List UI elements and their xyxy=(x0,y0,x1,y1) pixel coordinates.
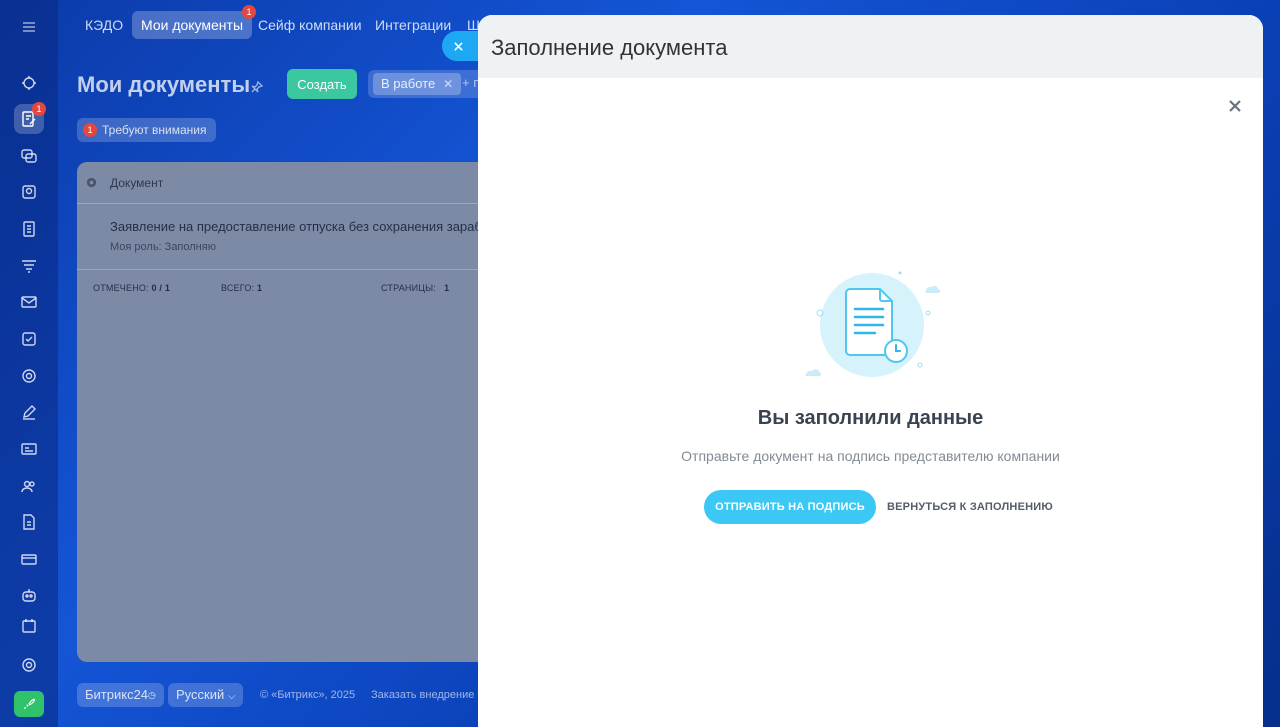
total-value: 1 xyxy=(256,283,263,293)
back-to-filling-button[interactable]: ВЕРНУТЬСЯ К ЗАПОЛНЕНИЮ xyxy=(881,490,1059,524)
chat-icon[interactable] xyxy=(14,141,44,171)
marked-label: ОТМЕЧЕНО: xyxy=(93,283,149,293)
grid-header: Документ xyxy=(77,162,507,204)
gear-icon[interactable] xyxy=(14,650,44,680)
drive-icon[interactable] xyxy=(14,177,44,207)
page-title: Мои документы xyxy=(77,72,251,97)
nav-item-kedo[interactable]: КЭДО xyxy=(76,11,132,39)
pin-icon[interactable] xyxy=(250,80,264,94)
brand-chip[interactable]: Битрикс24◷ xyxy=(77,683,164,707)
footer-total: ВСЕГО: 1 xyxy=(221,283,262,293)
robot-icon[interactable] xyxy=(14,580,44,610)
column-document[interactable]: Документ xyxy=(110,176,163,190)
nav-item-company-safe[interactable]: Сейф компании xyxy=(249,11,371,39)
payment-icon[interactable] xyxy=(14,544,44,574)
panel-title: Заполнение документа xyxy=(491,35,728,60)
filter-chip[interactable]: В работе ✕ xyxy=(373,73,462,95)
marked-value: 0 / 1 xyxy=(151,283,171,293)
result-title: Вы заполнили данные xyxy=(757,407,984,429)
attention-filter[interactable]: 1 Требуют внимания xyxy=(77,118,216,142)
clock-icon: ◷ xyxy=(148,690,156,700)
document-icon[interactable] xyxy=(14,214,44,244)
pages-label: СТРАНИЦЫ: xyxy=(381,283,436,293)
document-fill-panel: Заполнение документа Вы заполнили данные… xyxy=(478,15,1263,727)
language-label: Русский xyxy=(176,687,225,702)
gear-icon[interactable] xyxy=(85,176,98,189)
attention-label: Требуют внимания xyxy=(102,123,207,137)
footer-pages: СТРАНИЦЫ: 1 xyxy=(381,283,449,293)
close-icon[interactable] xyxy=(1228,99,1242,113)
team-icon[interactable] xyxy=(14,471,44,501)
mail-icon[interactable] xyxy=(14,287,44,317)
result-subtitle: Отправьте документ на подпись представит… xyxy=(681,448,1060,464)
checklist-icon[interactable] xyxy=(14,324,44,354)
copyright: © «Битрикс», 2025 xyxy=(260,689,356,701)
edit-doc-icon[interactable]: 1 xyxy=(14,102,46,134)
rocket-button[interactable] xyxy=(14,691,44,717)
menu-icon[interactable] xyxy=(14,12,44,42)
file-icon[interactable] xyxy=(14,507,44,537)
nav-item-my-documents[interactable]: Мои документы 1 xyxy=(132,5,257,39)
calendar-icon[interactable] xyxy=(14,617,44,633)
slider-close-button[interactable] xyxy=(442,31,482,61)
target-icon[interactable] xyxy=(14,361,44,391)
order-link[interactable]: Заказать внедрение xyxy=(371,689,478,701)
rocket-icon xyxy=(23,698,36,710)
documents-grid: Документ Заявление на предоставление отп… xyxy=(77,162,507,662)
close-icon xyxy=(454,41,463,51)
card-icon[interactable] xyxy=(14,434,44,464)
table-row-title[interactable]: Заявление на предоставление отпуска без … xyxy=(110,219,480,234)
nav-item-label: Мои документы xyxy=(141,17,244,33)
row-divider xyxy=(77,269,507,270)
send-for-signature-button[interactable]: ОТПРАВИТЬ НА ПОДПИСЬ xyxy=(704,490,876,524)
rail-badge: 1 xyxy=(32,102,46,116)
footer-marked: ОТМЕЧЕНО: 0 / 1 xyxy=(93,283,170,293)
total-label: ВСЕГО: xyxy=(221,283,255,293)
pen-icon[interactable] xyxy=(14,397,44,427)
language-select[interactable]: Русский ⌵ xyxy=(168,683,244,707)
panel-header: Заполнение документа xyxy=(478,15,1263,78)
create-button[interactable]: Создать xyxy=(287,69,357,99)
attention-count: 1 xyxy=(83,123,97,137)
bot-icon[interactable] xyxy=(14,68,44,98)
document-done-illustration xyxy=(805,271,940,377)
brand-label: Битрикс24 xyxy=(85,687,149,702)
left-rail: 1 xyxy=(0,0,58,727)
chevron-down-icon: ⌵ xyxy=(227,691,236,702)
funnel-icon[interactable] xyxy=(14,251,44,281)
table-row-role: Моя роль: Заполняю xyxy=(110,241,216,253)
pages-value: 1 xyxy=(444,283,450,293)
filter-chip-label: В работе xyxy=(381,76,436,91)
close-icon[interactable]: ✕ xyxy=(443,77,453,91)
